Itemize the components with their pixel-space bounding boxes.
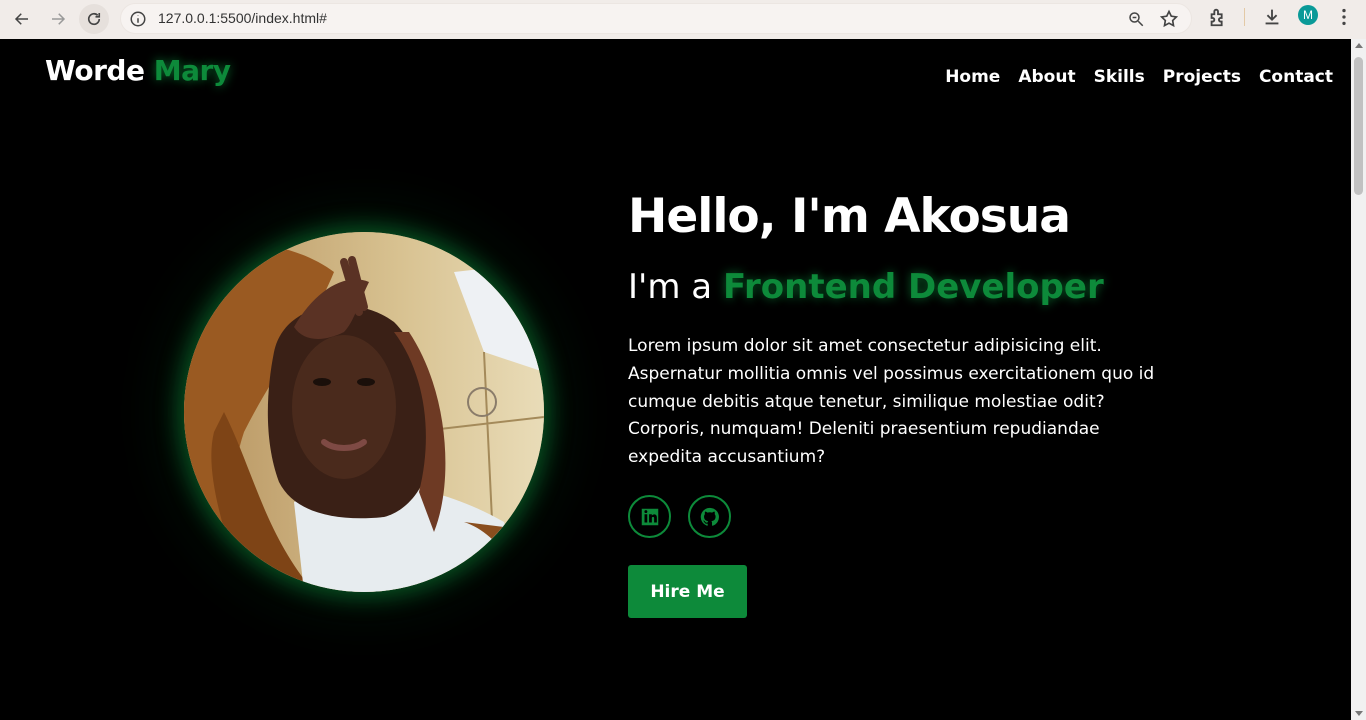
browser-toolbar: 127.0.0.1:5500/index.html# M <box>0 0 1366 39</box>
logo-second: Mary <box>153 54 231 87</box>
github-button[interactable] <box>688 495 731 538</box>
hero-greeting: Hello, I'm Akosua <box>628 189 1071 244</box>
github-icon <box>700 507 719 526</box>
page: Worde Mary Home About Skills Projects Co… <box>0 39 1351 720</box>
back-button[interactable] <box>7 4 37 34</box>
url-text[interactable]: 127.0.0.1:5500/index.html# <box>158 10 327 26</box>
more-menu-icon[interactable] <box>1333 6 1355 28</box>
nav-projects[interactable]: Projects <box>1163 67 1241 87</box>
reload-icon <box>87 12 101 26</box>
arrow-right-icon <box>52 13 66 25</box>
linkedin-icon <box>641 508 658 525</box>
logo-first: Worde <box>45 54 145 87</box>
nav-skills[interactable]: Skills <box>1094 67 1145 87</box>
scroll-up-icon[interactable] <box>1355 43 1363 48</box>
linkedin-button[interactable] <box>628 495 671 538</box>
hero-section: Hello, I'm Akosua I'm a Frontend Develop… <box>628 189 1188 472</box>
profile-photo <box>184 232 544 592</box>
site-info-icon[interactable] <box>129 10 147 28</box>
role-prefix: I'm a <box>628 267 713 307</box>
scroll-down-icon[interactable] <box>1355 711 1363 716</box>
role-title: Frontend Developer <box>722 267 1104 307</box>
page-scrollbar[interactable] <box>1351 39 1366 720</box>
bookmark-star-icon[interactable] <box>1159 9 1179 29</box>
main-nav: Home About Skills Projects Contact <box>945 67 1333 87</box>
forward-button[interactable] <box>43 4 73 34</box>
toolbar-divider <box>1244 8 1245 26</box>
site-logo[interactable]: Worde Mary <box>45 54 231 87</box>
hire-me-button[interactable]: Hire Me <box>628 565 747 618</box>
hero-bio: Lorem ipsum dolor sit amet consectetur a… <box>628 336 1155 468</box>
address-bar[interactable]: 127.0.0.1:5500/index.html# <box>120 3 1192 34</box>
profile-avatar[interactable]: M <box>1298 5 1318 25</box>
portrait-image <box>184 232 544 592</box>
social-links <box>628 495 731 538</box>
hero-role-line: I'm a Frontend Developer <box>628 265 1188 309</box>
extensions-icon[interactable] <box>1207 6 1229 28</box>
nav-contact[interactable]: Contact <box>1259 67 1333 87</box>
zoom-icon[interactable] <box>1127 10 1145 28</box>
reload-button[interactable] <box>79 4 109 34</box>
download-icon[interactable] <box>1261 6 1283 28</box>
arrow-left-icon <box>14 13 28 25</box>
nav-home[interactable]: Home <box>945 67 1000 87</box>
nav-about[interactable]: About <box>1018 67 1075 87</box>
scroll-thumb[interactable] <box>1354 57 1363 195</box>
